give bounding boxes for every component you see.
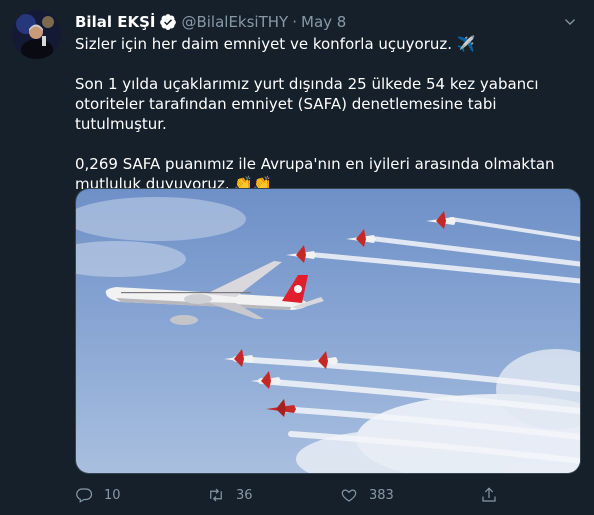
share-button[interactable] — [480, 484, 498, 506]
tweet-date[interactable]: May 8 — [301, 13, 346, 31]
tweet-actions: 10 36 383 — [75, 484, 515, 506]
tweet-paragraph-2: Son 1 yılda uçaklarımız yurt dışında 25 … — [75, 75, 539, 133]
tweet-card[interactable]: Bilal EKŞİ @BilalEksiTHY · May 8 Sizler … — [0, 0, 594, 515]
tweet-paragraph-1: Sizler için her daim emniyet ve konforla… — [75, 35, 476, 53]
tweet-header: Bilal EKŞİ @BilalEksiTHY · May 8 — [75, 12, 346, 32]
share-icon — [482, 487, 496, 502]
tweet-text: Sizler için her daim emniyet ve konforla… — [75, 34, 575, 194]
tweet-photo[interactable] — [75, 188, 581, 474]
reply-button[interactable]: 10 — [75, 484, 121, 506]
chevron-down-icon[interactable] — [560, 12, 580, 32]
author-name[interactable]: Bilal EKŞİ — [75, 13, 155, 31]
author-handle[interactable]: @BilalEksiTHY — [181, 13, 288, 31]
retweet-icon — [210, 488, 222, 502]
like-count: 383 — [369, 487, 394, 503]
reply-icon — [76, 488, 93, 503]
reply-count: 10 — [104, 487, 121, 503]
retweet-count: 36 — [236, 487, 253, 503]
airshow-photo — [76, 189, 580, 473]
like-button[interactable]: 383 — [340, 484, 394, 506]
verified-badge-icon — [159, 13, 177, 31]
header-separator: · — [292, 13, 297, 31]
avatar-image — [12, 10, 61, 59]
avatar[interactable] — [12, 10, 61, 59]
heart-icon — [341, 489, 357, 502]
retweet-button[interactable]: 36 — [207, 484, 253, 506]
